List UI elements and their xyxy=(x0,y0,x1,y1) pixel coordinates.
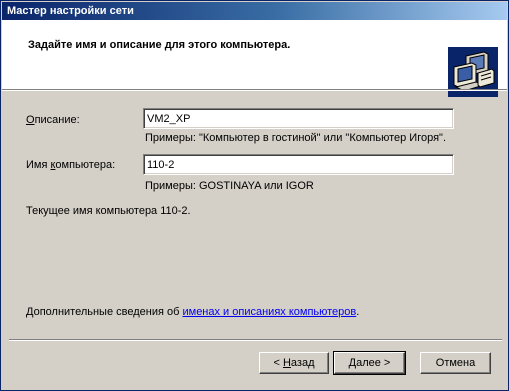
back-button-mnemonic: Н xyxy=(282,357,291,369)
next-button-label: алее xyxy=(356,357,381,369)
next-button-suffix: > xyxy=(380,357,391,369)
computer-names-help-link[interactable]: именах и описаниях компьютеров xyxy=(182,306,356,318)
computer-name-label: Имя компьютера: xyxy=(26,159,115,171)
footer-divider xyxy=(9,339,502,341)
computer-name-hint: Примеры: GOSTINAYA или IGOR xyxy=(145,180,314,192)
title-bar[interactable]: Мастер настройки сети xyxy=(2,2,507,20)
current-computer-name: Текущее имя компьютера 110-2. xyxy=(26,205,191,217)
back-button[interactable]: < Назад xyxy=(259,352,329,374)
back-button-label: азад xyxy=(290,357,315,369)
description-label-text: писание: xyxy=(34,114,80,126)
next-button[interactable]: Далее > xyxy=(333,351,406,375)
computer-name-label-text: омпьютера: xyxy=(55,159,116,171)
back-button-prefix: < xyxy=(273,357,283,369)
network-setup-wizard-window: Мастер настройки сети Задайте имя и опис… xyxy=(0,0,509,391)
description-label: Описание: xyxy=(26,114,80,126)
header-divider xyxy=(2,89,507,91)
wizard-header: Задайте имя и описание для этого компьют… xyxy=(2,20,507,97)
description-label-mnemonic: О xyxy=(26,114,35,126)
more-info-prefix: Дополнительные сведения об xyxy=(26,306,183,318)
more-info-suffix: . xyxy=(356,306,360,318)
more-info-text: Дополнительные сведения об именах и опис… xyxy=(26,306,359,318)
next-button-mnemonic: Д xyxy=(348,357,357,369)
cancel-button[interactable]: Отмена xyxy=(420,352,491,374)
window-title: Мастер настройки сети xyxy=(7,5,134,17)
header-title: Задайте имя и описание для этого компьют… xyxy=(28,39,291,51)
computer-name-label-pre: Имя xyxy=(26,159,51,171)
computer-name-field[interactable] xyxy=(143,154,454,175)
description-field[interactable] xyxy=(143,108,454,129)
cancel-button-label: Отмена xyxy=(435,357,476,369)
description-hint: Примеры: "Компьютер в гостиной" или "Ком… xyxy=(145,132,447,144)
